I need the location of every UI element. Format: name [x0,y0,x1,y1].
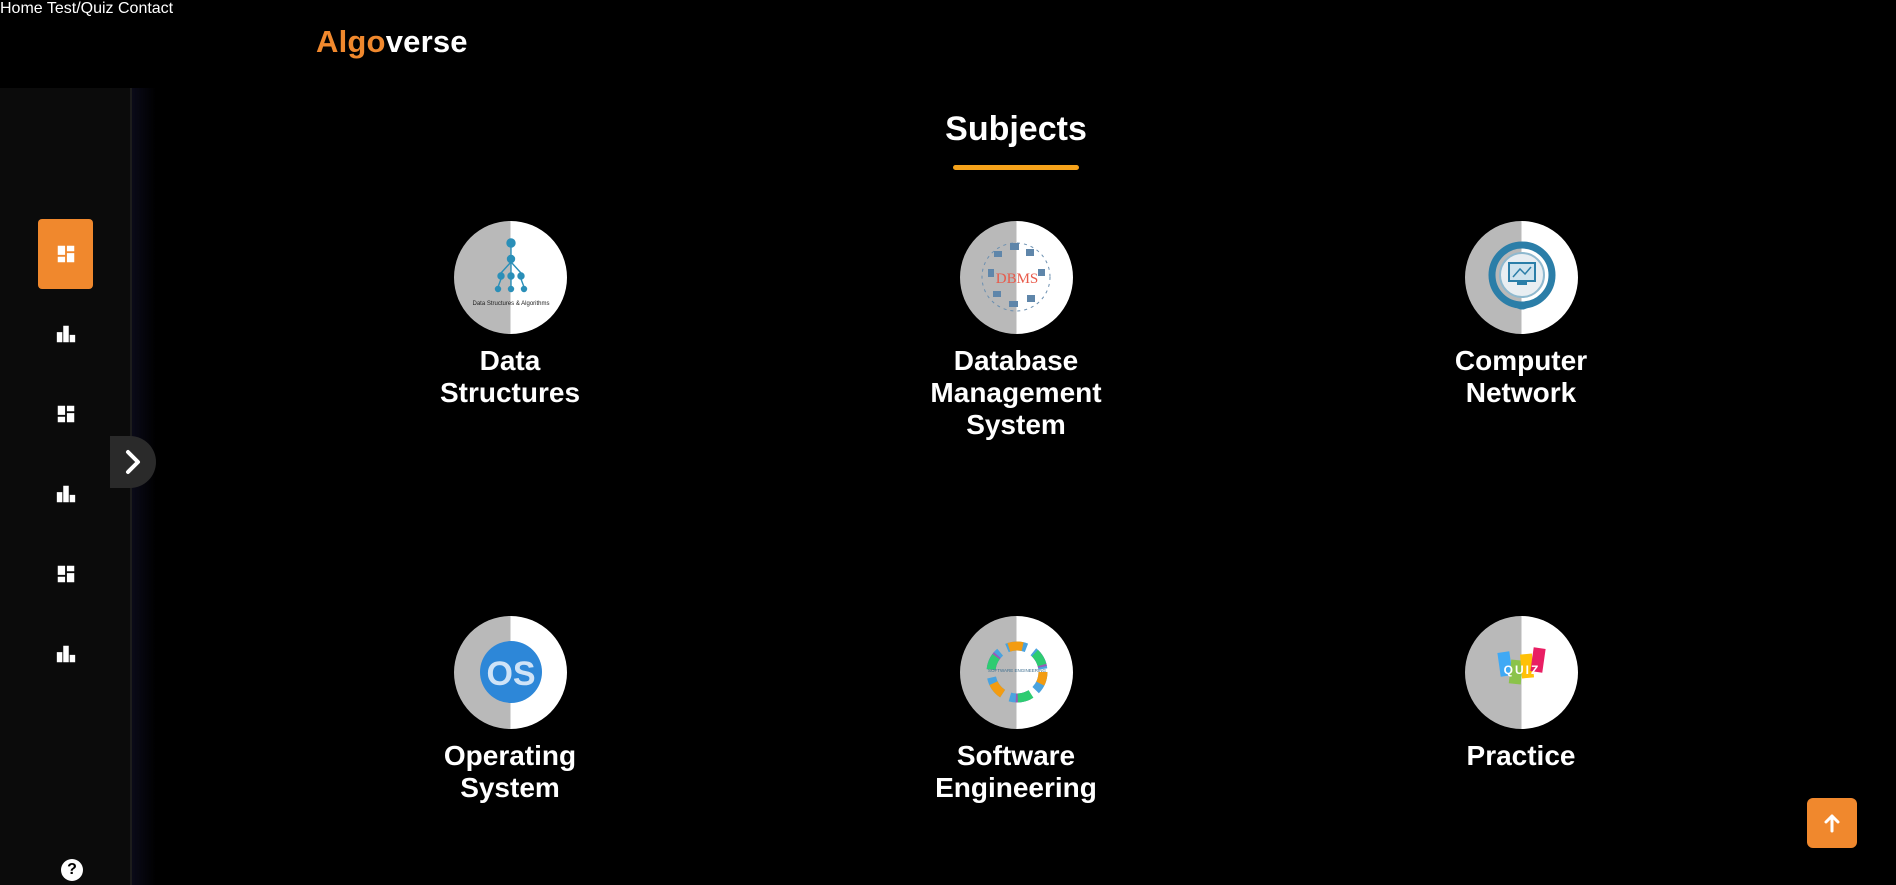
subject-label: Computer Network [1454,345,1588,408]
chevron-right-icon [126,450,140,474]
dashboard-icon [57,405,74,423]
help-icon[interactable]: ? [61,859,83,881]
brand-logo-part1: Algo [316,24,386,59]
subject-label: Software Engineering [935,740,1097,803]
dbms-logo-text: DBMS [995,271,1038,287]
sidebar-item-dashboard-3[interactable] [38,539,93,609]
subject-card-operating-system[interactable]: OS Operating System [390,616,630,804]
page-title: Subjects [945,110,1087,148]
sidebar-item-dashboard-1[interactable] [38,219,93,289]
dbms-icon: DBMS [959,221,1073,334]
data-structures-icon: Data Structures & Algorithms [453,221,567,334]
software-engineering-icon: SOFTWARE ENGINEERING [959,616,1073,729]
subject-label: Practice [1466,740,1576,771]
dashboard-icon [57,245,74,263]
software-engineering-logo-text: SOFTWARE ENGINEERING [987,668,1046,673]
subject-label: Data Structures [439,345,581,408]
sidebar-item-chart-3[interactable] [38,619,93,689]
subject-label: Database Management System [930,345,1102,440]
bar-chart-icon [56,485,75,503]
operating-system-icon: OS [453,616,567,729]
scroll-to-top-button[interactable] [1807,798,1857,848]
subject-card-dbms[interactable]: DBMS Database Management System [896,221,1136,441]
quiz-icon: QUIZ [1464,616,1578,729]
quiz-logo-text: QUIZ [1503,663,1540,677]
sidebar-item-chart-2[interactable] [38,459,93,529]
nav-test-quiz-link[interactable]: Test/Quiz [47,0,114,17]
title-underline [953,165,1079,170]
bar-chart-icon [56,325,75,343]
os-logo-text: OS [486,655,535,693]
subject-card-data-structures[interactable]: Data Structures & Algorithms Data Struct… [390,221,630,409]
subject-card-software-engineering[interactable]: SOFTWARE ENGINEERING Software Engineerin… [896,616,1136,804]
computer-network-icon [1464,221,1578,334]
subject-card-practice[interactable]: QUIZ Practice [1401,616,1641,772]
brand-logo-part2: verse [385,24,468,59]
subject-card-computer-network[interactable]: Computer Network [1401,221,1641,409]
nav-home-link[interactable]: Home [0,0,43,17]
nav-contact-link[interactable]: Contact [118,0,173,17]
subject-label: Operating System [443,740,577,803]
brand-logo[interactable]: Algoverse [316,24,468,60]
arrow-up-icon [1824,814,1840,833]
data-structures-logo-text: Data Structures & Algorithms [472,301,549,307]
dashboard-icon [57,565,74,583]
bar-chart-icon [56,645,75,663]
top-navbar: Algoverse Home Test/Quiz Contact [0,0,1896,88]
sidebar-item-dashboard-2[interactable] [38,379,93,449]
sidebar-item-chart-1[interactable] [38,299,93,369]
